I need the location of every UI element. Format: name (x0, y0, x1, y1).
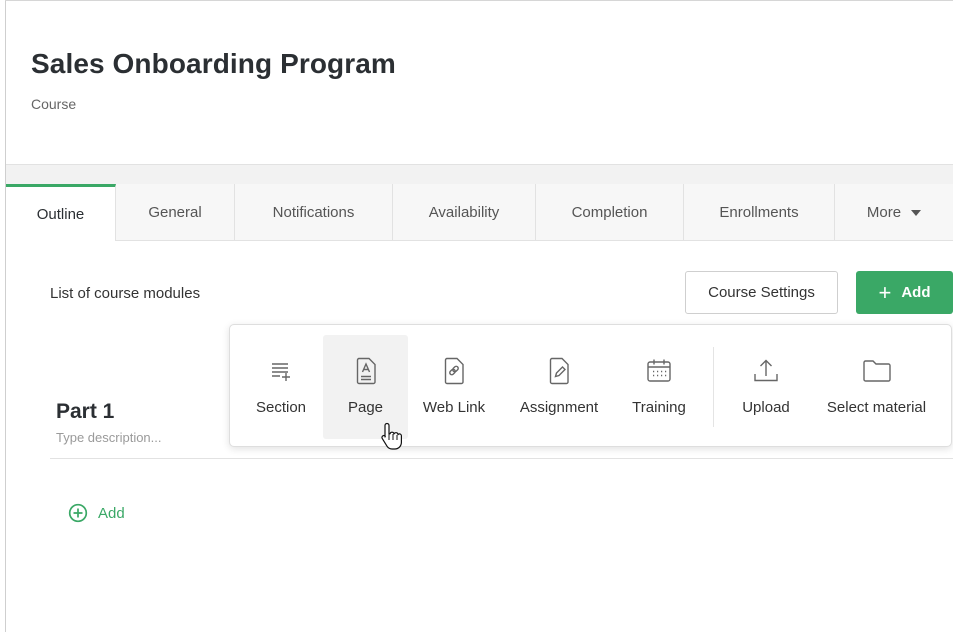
tab-completion[interactable]: Completion (536, 184, 684, 240)
plus-icon: + (878, 279, 892, 305)
add-button[interactable]: + Add (856, 271, 953, 314)
tab-more[interactable]: More (835, 184, 953, 240)
window-top-border (5, 0, 953, 1)
window-left-border (5, 0, 6, 632)
page-title: Sales Onboarding Program (31, 48, 396, 79)
web-link-icon (443, 355, 465, 387)
calendar-icon (646, 355, 672, 387)
menu-item-label: Select material (826, 399, 927, 416)
tab-outline[interactable]: Outline (6, 184, 116, 241)
list-title: List of course modules (50, 285, 201, 302)
tab-availability[interactable]: Availability (393, 184, 536, 240)
section-add-icon (270, 355, 292, 387)
menu-item-training[interactable]: Training (624, 335, 694, 439)
menu-item-section[interactable]: Section (248, 335, 314, 439)
folder-icon (862, 355, 892, 387)
menu-item-select-material[interactable]: Select material (820, 335, 933, 439)
page-subtitle: Course (31, 96, 77, 112)
caret-down-icon (911, 210, 922, 216)
menu-item-label: Section (255, 399, 307, 416)
add-button-label: Add (901, 284, 931, 301)
course-settings-button[interactable]: Course Settings (685, 271, 838, 314)
page-header: Sales Onboarding Program Course (31, 48, 396, 112)
add-circle-icon (68, 503, 88, 523)
header-separator-band (6, 164, 953, 185)
menu-item-label: Page (347, 399, 384, 416)
menu-item-label: Web Link (422, 399, 486, 416)
tab-label: Availability (428, 203, 500, 221)
tab-bar: Outline General Notifications Availabili… (6, 184, 953, 241)
part-title[interactable]: Part 1 (56, 400, 162, 424)
add-content-menu: Section Page Web Link Assignment Trainin… (229, 324, 952, 447)
hand-pointer-icon (380, 421, 402, 456)
page-icon (355, 355, 377, 387)
tab-label: Completion (571, 203, 648, 221)
menu-item-label: Training (632, 399, 686, 416)
menu-item-assignment[interactable]: Assignment (512, 335, 606, 439)
add-module-label: Add (98, 504, 125, 522)
part-description[interactable]: Type description... (56, 430, 162, 445)
assignment-icon (548, 355, 570, 387)
menu-item-upload[interactable]: Upload (733, 335, 799, 439)
tab-label: More (866, 203, 902, 221)
tab-notifications[interactable]: Notifications (235, 184, 393, 240)
tab-enrollments[interactable]: Enrollments (684, 184, 835, 240)
tab-label: General (148, 203, 202, 221)
tab-label: Outline (36, 205, 85, 223)
tab-label: Enrollments (719, 203, 799, 221)
menu-item-web-link[interactable]: Web Link (416, 335, 492, 439)
part-divider (50, 458, 953, 459)
course-settings-label: Course Settings (708, 284, 815, 301)
tab-general[interactable]: General (116, 184, 235, 240)
module-part: Part 1 Type description... (56, 400, 162, 445)
menu-separator (713, 347, 714, 427)
add-module-link[interactable]: Add (68, 503, 125, 523)
tab-label: Notifications (272, 203, 355, 221)
menu-item-label: Upload (742, 399, 790, 416)
upload-icon (753, 355, 779, 387)
menu-item-label: Assignment (519, 399, 599, 416)
